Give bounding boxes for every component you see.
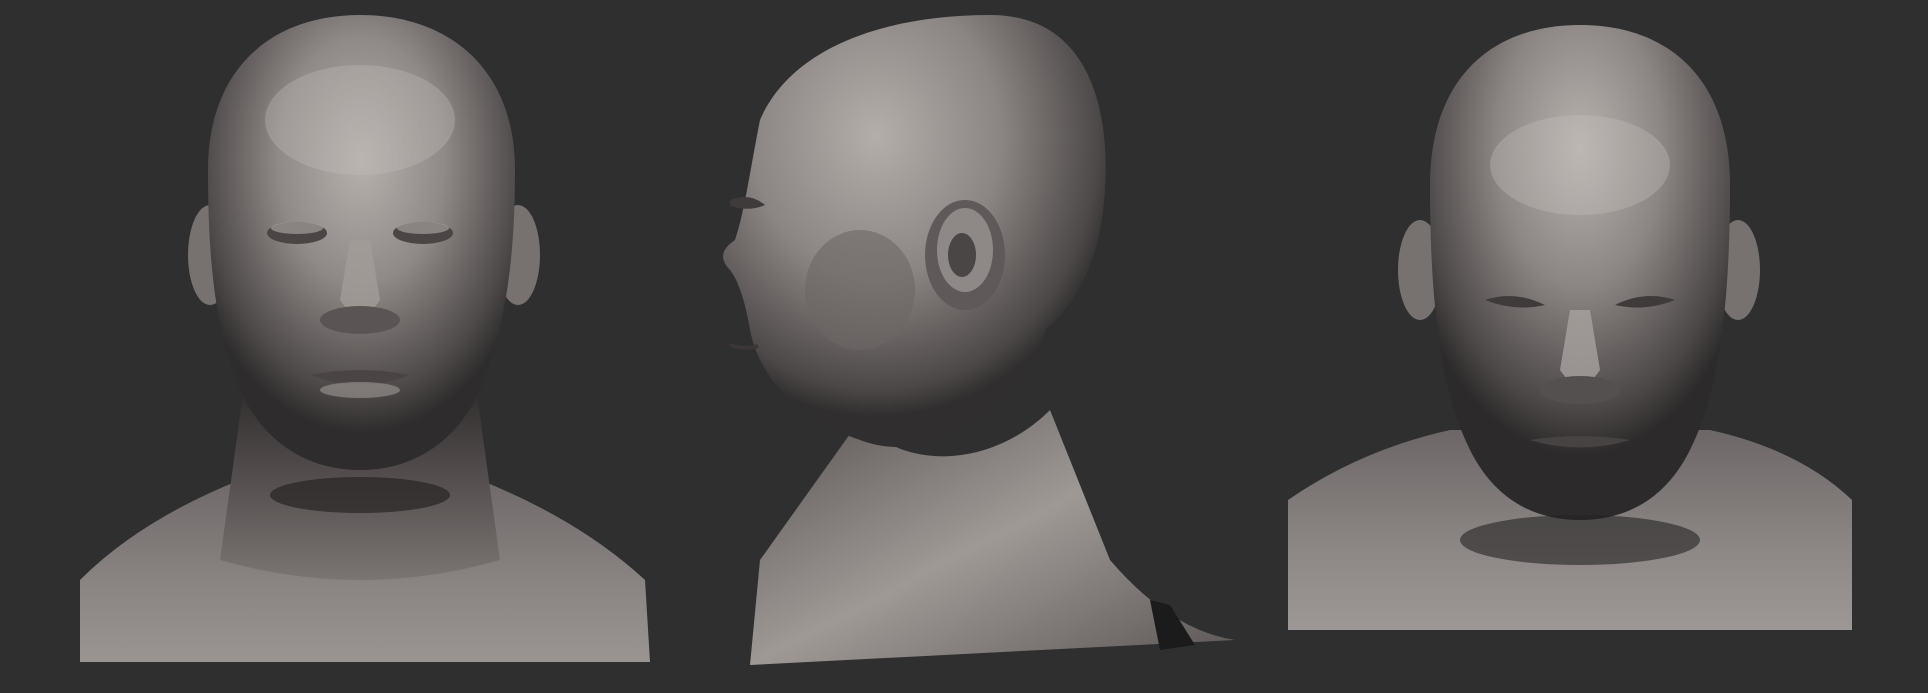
head-side-svg	[723, 15, 1235, 665]
head-shape	[723, 15, 1106, 448]
head-sculpt-front-view	[60, 0, 660, 693]
sculpt-viewport	[0, 0, 1928, 693]
head-sculpt-side-view	[690, 0, 1270, 693]
mouth-shape	[729, 343, 759, 350]
head-sculpt-front-down-view	[1270, 0, 1890, 693]
head-front-svg	[80, 15, 650, 662]
head-front-down-svg	[1288, 25, 1852, 630]
